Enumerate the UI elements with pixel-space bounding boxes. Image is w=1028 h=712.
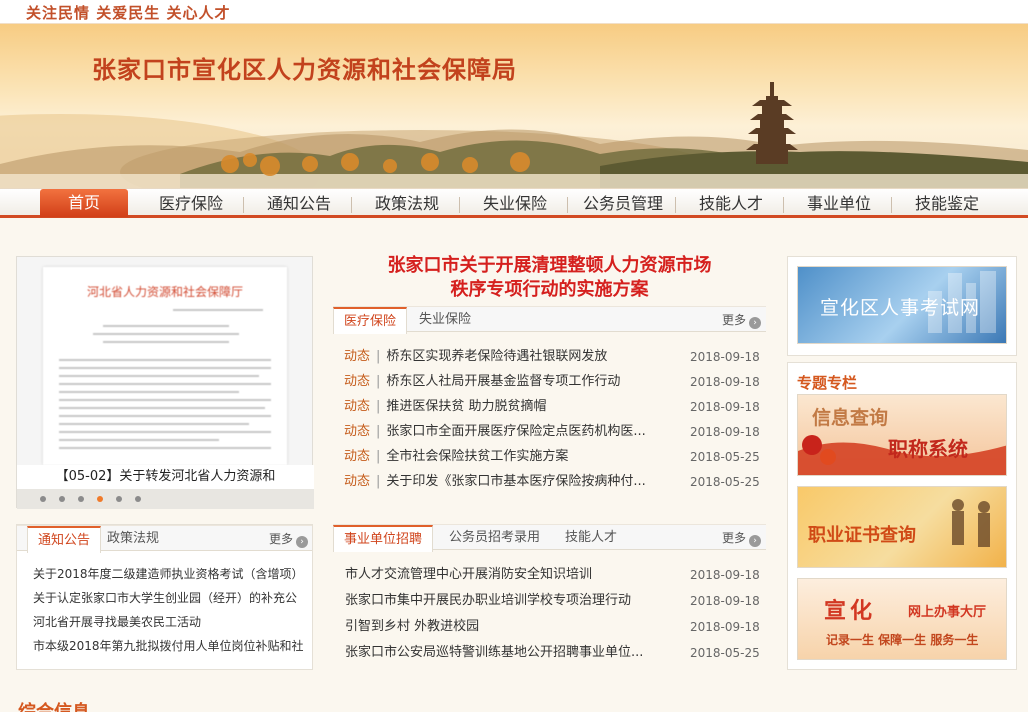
card-title-line2: 职称系统: [888, 437, 968, 461]
chevron-right-icon: ›: [296, 536, 309, 548]
list-item-date: 2018-09-18: [690, 400, 760, 414]
nav-unemployment[interactable]: 失业保险: [471, 191, 559, 217]
list-item-date: 2018-05-25: [690, 475, 760, 489]
nav-separator: [351, 197, 352, 213]
list-item-date: 2018-09-18: [690, 425, 760, 439]
headline-line-1: 张家口市关于开展清理整顿人力资源市场: [387, 255, 712, 276]
list-item[interactable]: 市人才交流管理中心开展消防安全知识培训: [345, 566, 592, 584]
site-title: 张家口市宣化区人力资源和社会保障局: [92, 56, 517, 84]
more-link-recruitment[interactable]: 更多 ›: [722, 525, 762, 551]
tab-medical-insurance[interactable]: 医疗保险: [333, 307, 408, 334]
list-item[interactable]: 动态 | 张家口市全面开展医疗保险定点医药机构医...: [344, 423, 646, 441]
tab-unemployment-insurance[interactable]: 失业保险: [409, 307, 481, 333]
list-item-date: 2018-09-18: [690, 568, 760, 582]
nav-skill-appraisal[interactable]: 技能鉴定: [903, 191, 991, 217]
tab-civil-servant-exam[interactable]: 公务员招考录用: [439, 525, 550, 551]
slide-dot[interactable]: [40, 496, 46, 502]
card-online-service-hall[interactable]: 宣化 网上办事大厅 记录一生 保障一生 服务一生: [797, 578, 1007, 660]
card-service-title: 宣化: [824, 599, 877, 624]
list-item[interactable]: 关于2018年度二级建造师执业资格考试（含增项）: [33, 565, 304, 583]
slide-dot[interactable]: [116, 496, 122, 502]
nav-separator: [675, 197, 676, 213]
section-title-special-topics: 专题专栏: [797, 374, 858, 392]
list-item[interactable]: 动态 | 推进医保扶贫 助力脱贫摘帽: [344, 398, 547, 416]
slide-dot[interactable]: [59, 496, 65, 502]
nav-separator: [891, 197, 892, 213]
list-item-date: 2018-09-18: [690, 620, 760, 634]
card-certificate-label: 职业证书查询: [808, 525, 916, 546]
news-panel-recruitment: 事业单位招聘 公务员招考录用 技能人才 更多 › 市人才交流管理中心开展消防安全知…: [333, 524, 766, 670]
nav-notices[interactable]: 通知公告: [255, 191, 343, 217]
main-content: 河北省人力资源和社会保障厅 【05-02】关于转发河北省人力资源和 张家口市关于…: [0, 226, 1028, 712]
more-link-insurance[interactable]: 更多 ›: [722, 307, 762, 333]
list-item[interactable]: 河北省开展寻找最美农民工活动: [33, 613, 201, 631]
headline-link[interactable]: 张家口市关于开展清理整顿人力资源市场 秩序专项行动的实施方案: [333, 254, 766, 302]
list-item[interactable]: 张家口市集中开展民办职业培训学校专项治理行动: [345, 592, 631, 610]
tab-policies[interactable]: 政策法规: [97, 526, 169, 552]
list-item[interactable]: 动态 | 桥东区实现养老保险待遇社银联网发放: [344, 348, 607, 366]
tab-institution-recruitment[interactable]: 事业单位招聘: [333, 525, 434, 552]
list-item-date: 2018-09-18: [690, 594, 760, 608]
exam-site-label: 宣化区人事考试网: [820, 297, 981, 319]
list-item[interactable]: 动态 | 全市社会保险扶贫工作实施方案: [344, 448, 568, 466]
nav-separator: [459, 197, 460, 213]
slide-caption[interactable]: 【05-02】关于转发河北省人力资源和: [17, 465, 314, 489]
list-item-date: 2018-05-25: [690, 450, 760, 464]
card-title-line1: 信息查询: [812, 407, 889, 429]
nav-public-institutions[interactable]: 事业单位: [795, 191, 883, 217]
exam-site-banner[interactable]: 宣化区人事考试网: [797, 266, 1007, 344]
header-banner: 张家口市宣化区人力资源和社会保障局: [0, 24, 1028, 188]
list-item[interactable]: 动态 | 桥东区人社局开展基金监督专项工作行动: [344, 373, 620, 391]
news-tabs-recruitment: 事业单位招聘 公务员招考录用 技能人才 更多 ›: [333, 524, 766, 552]
notice-panel: 通知公告 政策法规 更多 › 关于2018年度二级建造师执业资格考试（含增项） 关…: [16, 524, 313, 670]
news-panel-insurance: 医疗保险 失业保险 更多 › 动态 | 桥东区实现养老保险待遇社银联网发放 2018-…: [333, 306, 766, 496]
list-item[interactable]: 关于认定张家口市大学生创业园（经开）的补充公: [33, 589, 297, 607]
list-item-date: 2018-09-18: [690, 375, 760, 389]
list-item[interactable]: 动态 | 关于印发《张家口市基本医疗保险按病种付...: [344, 473, 646, 491]
slogan: 关注民情 关爱民生 关心人才: [26, 4, 231, 22]
nav-medical-insurance[interactable]: 医疗保险: [147, 191, 235, 217]
news-tabs-insurance: 医疗保险 失业保险 更多 ›: [333, 306, 766, 334]
headline-line-2: 秩序专项行动的实施方案: [450, 279, 649, 300]
slide-dot[interactable]: [135, 496, 141, 502]
list-item-date: 2018-09-18: [690, 350, 760, 364]
more-link-notices[interactable]: 更多 ›: [269, 526, 309, 552]
news-slideshow[interactable]: 河北省人力资源和社会保障厅 【05-02】关于转发河北省人力资源和: [16, 256, 314, 509]
nav-separator: [243, 197, 244, 213]
tab-notices[interactable]: 通知公告: [27, 526, 102, 553]
nav-policies[interactable]: 政策法规: [363, 191, 451, 217]
chevron-right-icon: ›: [749, 535, 762, 547]
slide-doc-title: 河北省人力资源和社会保障厅: [86, 285, 243, 299]
nav-separator: [567, 197, 568, 213]
nav-skilled-talent[interactable]: 技能人才: [687, 191, 775, 217]
landscape-illustration: [0, 82, 1028, 188]
slide-document-image: 河北省人力资源和社会保障厅: [43, 267, 287, 465]
tab-skilled-talent[interactable]: 技能人才: [555, 525, 627, 551]
slide-dots: [17, 489, 314, 509]
nav-civil-servant[interactable]: 公务员管理: [579, 191, 667, 217]
card-certificate-query[interactable]: 职业证书查询: [797, 486, 1007, 568]
card-service-slogan: 记录一生 保障一生 服务一生: [826, 633, 979, 647]
main-nav: 首页 医疗保险 通知公告 政策法规 失业保险 公务员管理 技能人才 事业单位 技…: [0, 188, 1028, 218]
nav-separator: [783, 197, 784, 213]
nav-home[interactable]: 首页: [40, 189, 128, 217]
list-item[interactable]: 引智到乡村 外教进校园: [345, 618, 479, 636]
list-item[interactable]: 张家口市公安局巡特警训练基地公开招聘事业单位...: [345, 644, 643, 662]
chevron-right-icon: ›: [749, 317, 762, 329]
list-item[interactable]: 市本级2018年第九批拟拨付用人单位岗位补贴和社: [33, 637, 304, 655]
slide-dot[interactable]: [78, 496, 84, 502]
slide-dot-active[interactable]: [97, 496, 103, 502]
card-service-subtitle: 网上办事大厅: [908, 605, 987, 620]
list-item-date: 2018-05-25: [690, 646, 760, 660]
top-bar: 关注民情 关爱民生 关心人才: [0, 0, 1028, 24]
card-title-system[interactable]: 信息查询 职称系统: [797, 394, 1007, 476]
notice-tabs: 通知公告 政策法规 更多 ›: [17, 525, 312, 553]
